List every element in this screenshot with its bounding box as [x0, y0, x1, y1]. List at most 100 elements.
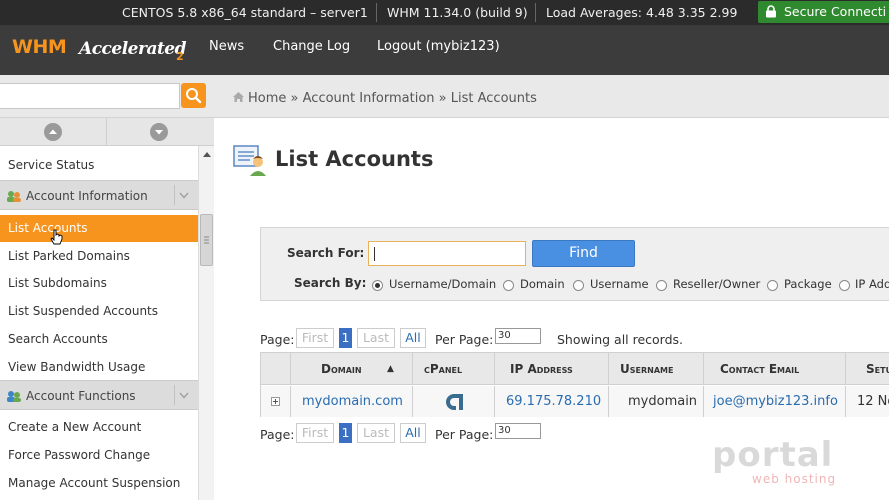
lock-icon — [766, 5, 776, 18]
accounts-table: Domain ▲ cPanel IP Address Username Cont… — [260, 352, 889, 417]
per-page-input[interactable]: 30 — [495, 423, 541, 439]
server-status-bar: CENTOS 5.8 x86_64 standard – server1 WHM… — [0, 0, 889, 25]
sidebar-item-search-accounts[interactable]: Search Accounts — [0, 332, 198, 346]
status-divider — [535, 3, 536, 22]
records-status: Showing all records. — [557, 332, 684, 347]
text-caret — [374, 247, 375, 261]
account-functions-icon — [7, 391, 21, 402]
header-ip-address[interactable]: IP Address — [495, 353, 609, 385]
sidebar-search-button[interactable] — [181, 83, 206, 108]
watermark-brand: portal — [712, 435, 834, 475]
sidebar-group-account-functions[interactable]: Account Functions — [0, 380, 198, 410]
expand-all-button[interactable] — [0, 118, 106, 146]
sidebar-group-label: Account Functions — [26, 389, 136, 403]
radio-label: Package — [784, 277, 832, 291]
sort-ascending-icon: ▲ — [387, 364, 394, 374]
logo-accelerated-text: Accelerated — [79, 39, 187, 59]
logo-version: 2 — [176, 50, 184, 63]
nav-news[interactable]: News — [209, 39, 244, 54]
chevron-up-icon — [44, 123, 62, 141]
radio-label: IP Add — [855, 277, 889, 291]
per-page-label: Per Page: — [435, 427, 494, 442]
scroll-up-arrow-icon[interactable] — [203, 152, 211, 157]
search-panel: Search For: Find Search By: Username/Dom… — [260, 227, 889, 301]
header-setup-date[interactable]: Setu — [846, 353, 889, 385]
scroll-thumb[interactable] — [200, 214, 213, 266]
radio-package[interactable] — [767, 280, 778, 291]
cell-domain: mydomain.com — [291, 386, 413, 417]
sidebar-item-force-password-change[interactable]: Force Password Change — [0, 448, 198, 462]
nav-logout[interactable]: Logout (mybiz123) — [377, 39, 500, 54]
sidebar-item-view-bandwidth-usage[interactable]: View Bandwidth Usage — [0, 360, 198, 374]
current-page-button[interactable]: 1 — [339, 328, 352, 348]
header-username[interactable]: Username — [609, 353, 704, 385]
breadcrumb-home[interactable]: Home — [248, 91, 286, 106]
search-for-input[interactable] — [368, 241, 526, 266]
sidebar-item-manage-account-suspension[interactable]: Manage Account Suspension — [0, 476, 198, 490]
app-header: WHM Accelerated 2 News Change Log Logout… — [0, 25, 889, 75]
last-page-button[interactable]: Last — [357, 328, 395, 348]
find-button[interactable]: Find — [532, 240, 635, 267]
ip-address-value[interactable]: 69.175.78.210 — [506, 394, 601, 409]
header-label: Setu — [866, 362, 889, 376]
header-contact-email[interactable]: Contact Email — [704, 353, 846, 385]
radio-ip-address[interactable] — [839, 280, 850, 291]
chevron-down-icon[interactable] — [174, 185, 192, 205]
first-page-button[interactable]: First — [296, 423, 334, 443]
radio-label: Username/Domain — [389, 277, 497, 291]
all-pages-button[interactable]: All — [400, 423, 426, 443]
expand-plus-icon[interactable] — [271, 397, 280, 406]
breadcrumb: Home » Account Information » List Accoun… — [232, 91, 537, 106]
header-cell — [261, 353, 291, 385]
sidebar-item-list-subdomains[interactable]: List Subdomains — [0, 276, 198, 290]
nav-change-log[interactable]: Change Log — [273, 39, 350, 54]
domain-link[interactable]: mydomain.com — [302, 394, 403, 409]
sidebar-item-create-new-account[interactable]: Create a New Account — [0, 420, 198, 434]
breadcrumb-separator: » — [290, 91, 299, 106]
table-header: Domain ▲ cPanel IP Address Username Cont… — [261, 353, 889, 385]
per-page-input[interactable]: 30 — [495, 328, 541, 344]
sidebar-item-list-accounts[interactable]: List Accounts — [0, 215, 198, 242]
search-icon — [186, 88, 202, 104]
last-page-button[interactable]: Last — [357, 423, 395, 443]
whm-logo[interactable]: WHM Accelerated 2 — [12, 33, 192, 73]
setup-date-value: 12 No — [857, 394, 889, 409]
radio-username-domain[interactable] — [372, 280, 383, 291]
list-accounts-icon — [233, 145, 266, 176]
radio-domain[interactable] — [503, 280, 514, 291]
logo-whm-text: WHM — [12, 36, 67, 58]
sidebar-search-input[interactable] — [0, 83, 180, 109]
header-cpanel[interactable]: cPanel — [413, 353, 495, 385]
radio-label: Domain — [520, 277, 565, 291]
page-title: List Accounts — [275, 147, 434, 171]
contact-email-link[interactable]: joe@mybiz123.info — [713, 394, 838, 409]
portal-watermark: portal web hosting — [712, 435, 862, 495]
radio-label: Reseller/Owner — [673, 277, 761, 291]
status-divider — [376, 3, 377, 22]
cell-username: mydomain — [609, 386, 704, 417]
collapse-all-button[interactable] — [107, 118, 213, 146]
whm-version: WHM 11.34.0 (build 9) — [387, 5, 528, 20]
all-pages-button[interactable]: All — [400, 328, 426, 348]
sidebar-item-list-parked-domains[interactable]: List Parked Domains — [0, 249, 198, 263]
sidebar: Service Status Account Information List … — [0, 118, 214, 500]
radio-username[interactable] — [573, 280, 584, 291]
server-info: CENTOS 5.8 x86_64 standard – server1 — [122, 5, 368, 20]
sidebar-scrollbar[interactable] — [198, 146, 214, 500]
per-page-label: Per Page: — [435, 332, 494, 347]
chevron-down-icon[interactable] — [174, 385, 192, 405]
current-page-button[interactable]: 1 — [339, 423, 352, 443]
sidebar-item-service-status[interactable]: Service Status — [0, 158, 198, 172]
header-label: IP Address — [510, 362, 573, 376]
sidebar-item-list-suspended-accounts[interactable]: List Suspended Accounts — [0, 304, 198, 318]
sidebar-group-label: Account Information — [26, 189, 148, 203]
sidebar-group-account-information[interactable]: Account Information — [0, 180, 198, 210]
sub-toolbar: Home » Account Information » List Accoun… — [0, 75, 889, 118]
search-by-label: Search By: — [294, 276, 367, 290]
radio-reseller-owner[interactable] — [656, 280, 667, 291]
breadcrumb-section[interactable]: Account Information — [303, 91, 435, 106]
cpanel-icon[interactable] — [443, 393, 465, 411]
chevron-down-icon — [150, 123, 168, 141]
header-domain[interactable]: Domain ▲ — [291, 353, 413, 385]
first-page-button[interactable]: First — [296, 328, 334, 348]
